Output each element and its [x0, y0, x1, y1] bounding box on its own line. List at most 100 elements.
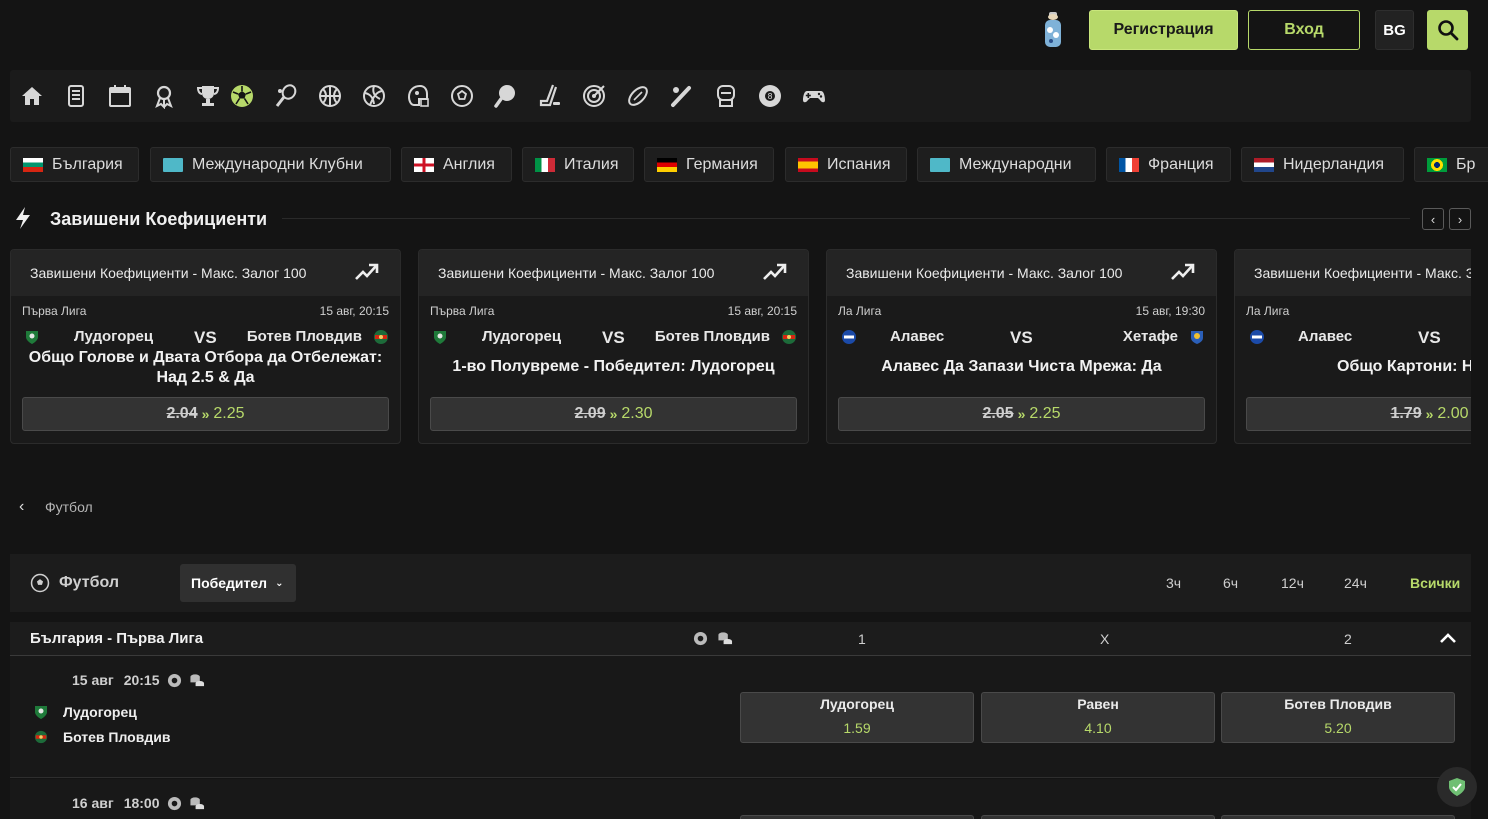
chevron-left-icon[interactable]: ‹: [19, 498, 35, 516]
home-icon[interactable]: [18, 82, 46, 110]
sports-nav-bar: 8: [10, 70, 1471, 122]
hockey-icon[interactable]: [536, 82, 564, 110]
match-day: 16 авг: [72, 795, 114, 811]
brazil-flag-icon: [1427, 157, 1447, 172]
italy-flag-icon: [535, 157, 555, 172]
calendar-icon[interactable]: [106, 82, 134, 110]
odds-button-away[interactable]: [1221, 815, 1455, 819]
boosted-card[interactable]: Завишени Коефициенти - Макс. Залог 100 Л…: [826, 249, 1217, 444]
award-icon[interactable]: [150, 82, 178, 110]
country-chip-international[interactable]: Международни: [917, 147, 1096, 182]
time-filter-6h[interactable]: 6ч: [1223, 575, 1238, 591]
security-badge[interactable]: [1437, 767, 1477, 807]
breadcrumb[interactable]: ‹ Футбол: [19, 498, 93, 516]
country-chip-england[interactable]: Англия: [401, 147, 512, 182]
ludogorets-crest-icon: [434, 331, 446, 344]
double-chevron-icon: »: [201, 406, 210, 422]
snooker-icon[interactable]: 8: [756, 82, 784, 110]
boosted-market: Общо Голове и Двата Отбора да Отбележат:…: [28, 349, 383, 386]
time-filter-3h[interactable]: 3ч: [1166, 575, 1181, 591]
match-row[interactable]: 15 авг 20:15 Лудогорец Ботев Пловдив Луд…: [10, 656, 1471, 778]
double-chevron-icon: »: [609, 406, 618, 422]
register-button[interactable]: Регистрация: [1089, 10, 1238, 50]
american-football-icon[interactable]: [404, 82, 432, 110]
chevron-up-icon[interactable]: [1439, 630, 1457, 646]
alaves-crest-icon: [842, 330, 856, 344]
netherlands-flag-icon: [1254, 157, 1274, 172]
odds-button-draw[interactable]: Равен 4.10: [981, 692, 1215, 743]
language-button[interactable]: BG: [1375, 10, 1414, 50]
market-filter-bar: Футбол Победител ⌄ 3ч 6ч 12ч 24ч Всички: [10, 554, 1471, 612]
country-chip-italy[interactable]: Италия: [522, 147, 634, 182]
home-team: Алавес: [1298, 328, 1353, 345]
country-chip-germany[interactable]: Германия: [644, 147, 774, 182]
time-filter-all[interactable]: Всички: [1410, 575, 1460, 591]
event-date: 15 авг, 20:15: [319, 304, 389, 318]
carousel-next-button[interactable]: ›: [1449, 208, 1471, 230]
country-chip-france[interactable]: Франция: [1106, 147, 1231, 182]
france-flag-icon: [1119, 157, 1139, 172]
event-date: 15 авг, 20:15: [727, 304, 797, 318]
time-filter-24h[interactable]: 24ч: [1344, 575, 1367, 591]
boosted-odds-button[interactable]: 2.09 » 2.30: [430, 397, 797, 431]
alaves-crest-icon: [1250, 330, 1264, 344]
football-icon: [30, 573, 50, 593]
boosted-card-header: Завишени Коефициенти - Макс. Залог 100: [11, 250, 400, 296]
odds-button-home[interactable]: [740, 815, 974, 819]
lightning-icon: [16, 207, 30, 229]
coins-icon: [718, 632, 733, 645]
country-chip-spain[interactable]: Испания: [785, 147, 907, 182]
login-button[interactable]: Вход: [1248, 10, 1360, 50]
boosted-market: Общо Картони: Н: [1337, 358, 1471, 375]
betslip-icon[interactable]: [62, 82, 90, 110]
ludogorets-crest-icon: [26, 331, 38, 344]
country-chip-intl-clubs[interactable]: Международни Клубни: [150, 147, 391, 182]
column-home: 1: [858, 631, 866, 647]
boosted-card-header: Завишени Коефициенти - Макс. Залог 100: [827, 250, 1216, 296]
match-row[interactable]: 16 авг 18:00: [10, 779, 1471, 819]
boosted-odds-button[interactable]: 1.79 » 2.00: [1246, 397, 1471, 431]
country-chip-netherlands[interactable]: Нидерландия: [1241, 147, 1404, 182]
chevron-left-icon: ‹: [1430, 211, 1436, 227]
england-flag-icon: [414, 157, 434, 172]
boosted-market: 1-во Полувреме - Победител: Лудогорец: [452, 358, 775, 375]
boosted-card[interactable]: Завишени Коефициенти - Макс. Залог 100 Л…: [1234, 249, 1471, 444]
boosted-odds-button[interactable]: 2.05 » 2.25: [838, 397, 1205, 431]
baseball-icon[interactable]: [668, 82, 696, 110]
handball-icon[interactable]: [448, 82, 476, 110]
trophy-icon[interactable]: [194, 82, 222, 110]
search-button[interactable]: [1427, 10, 1468, 50]
league-header: България - Първа Лига 1 X 2: [10, 622, 1471, 656]
vs-label: VS: [602, 328, 625, 347]
carousel-prev-button[interactable]: ‹: [1422, 208, 1444, 230]
market-type-dropdown[interactable]: Победител ⌄: [180, 564, 296, 602]
match-time: 20:15: [123, 672, 160, 688]
mascot-bottle-icon[interactable]: [1040, 10, 1066, 50]
football-icon[interactable]: [228, 82, 256, 110]
odds-button-away[interactable]: Ботев Пловдив 5.20: [1221, 692, 1455, 743]
league-title: България - Първа Лига: [30, 630, 204, 647]
coins-icon: [189, 796, 204, 809]
vs-label: VS: [1010, 328, 1033, 347]
boosted-card[interactable]: Завишени Коефициенти - Макс. Залог 100 П…: [10, 249, 401, 444]
rugby-icon[interactable]: [624, 82, 652, 110]
country-chip-brazil[interactable]: Бр: [1414, 147, 1488, 182]
boosted-card[interactable]: Завишени Коефициенти - Макс. Залог 100 П…: [418, 249, 809, 444]
search-icon: [1437, 20, 1458, 41]
tennis-icon[interactable]: [272, 82, 300, 110]
time-filter-12h[interactable]: 12ч: [1281, 575, 1304, 591]
odds-button-home[interactable]: Лудогорец 1.59: [740, 692, 974, 743]
esports-icon[interactable]: [800, 82, 828, 110]
table-tennis-icon[interactable]: [492, 82, 520, 110]
odds-button-draw[interactable]: [981, 815, 1215, 819]
column-away: 2: [1344, 631, 1352, 647]
boosted-odds-button[interactable]: 2.04 » 2.25: [22, 397, 389, 431]
volleyball-icon[interactable]: [360, 82, 388, 110]
getafe-crest-icon: [1191, 331, 1203, 344]
boosted-odds-header: Завишени Коефициенти ‹ ›: [10, 203, 1471, 235]
country-chip-bulgaria[interactable]: България: [10, 147, 139, 182]
darts-icon[interactable]: [580, 82, 608, 110]
boxing-icon[interactable]: [712, 82, 740, 110]
basketball-icon[interactable]: [316, 82, 344, 110]
league-name: Ла Лига: [838, 304, 882, 318]
